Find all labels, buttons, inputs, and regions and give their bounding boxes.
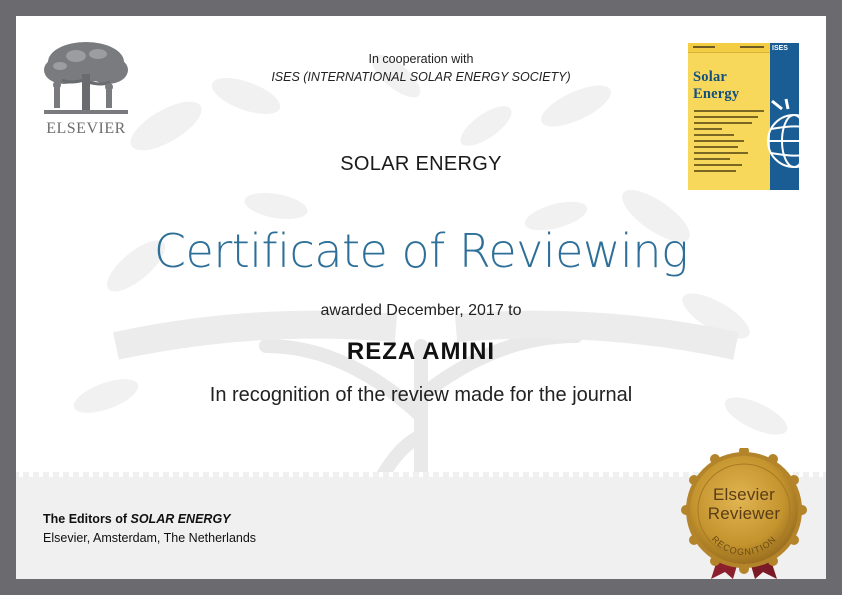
cover-ises-badge: ISES xyxy=(772,45,788,52)
cover-title: Solar Energy xyxy=(693,69,740,102)
cover-text-lines xyxy=(694,110,766,176)
reviewer-seal: RECOGNITION Elsevier Reviewer xyxy=(681,446,807,579)
cooperation-block: In cooperation with ISES (INTERNATIONAL … xyxy=(216,50,626,86)
globe-icon xyxy=(767,98,799,168)
certificate-title: Certificate of Reviewing xyxy=(153,224,689,278)
award-date-line: awarded December, 2017 to xyxy=(320,302,522,319)
seal-line2: Reviewer xyxy=(707,504,781,523)
footer-editors: The Editors of SOLAR ENERGY xyxy=(43,512,231,526)
footer-location: Elsevier, Amsterdam, The Netherlands xyxy=(43,531,257,545)
seal-line1: Elsevier xyxy=(712,485,776,504)
certificate: ELSEVIER In cooperation with ISES (INTER… xyxy=(16,16,826,579)
cooperation-label: In cooperation with xyxy=(368,52,474,66)
editors-journal: SOLAR ENERGY xyxy=(130,512,231,526)
journal-cover: ISES Solar Energy xyxy=(688,43,799,190)
cover-header-strip xyxy=(688,43,770,53)
elsevier-tree-icon xyxy=(44,42,128,114)
publisher-name: ELSEVIER xyxy=(46,120,126,137)
editors-prefix: The Editors of xyxy=(43,512,131,526)
recognition-line: In recognition of the review made for th… xyxy=(209,384,633,406)
cooperation-organization: ISES (INTERNATIONAL SOLAR ENERGY SOCIETY… xyxy=(271,70,571,84)
journal-name: SOLAR ENERGY xyxy=(340,153,502,175)
publisher-logo: ELSEVIER xyxy=(40,40,132,140)
recipient-name: REZA AMINI xyxy=(346,338,496,365)
